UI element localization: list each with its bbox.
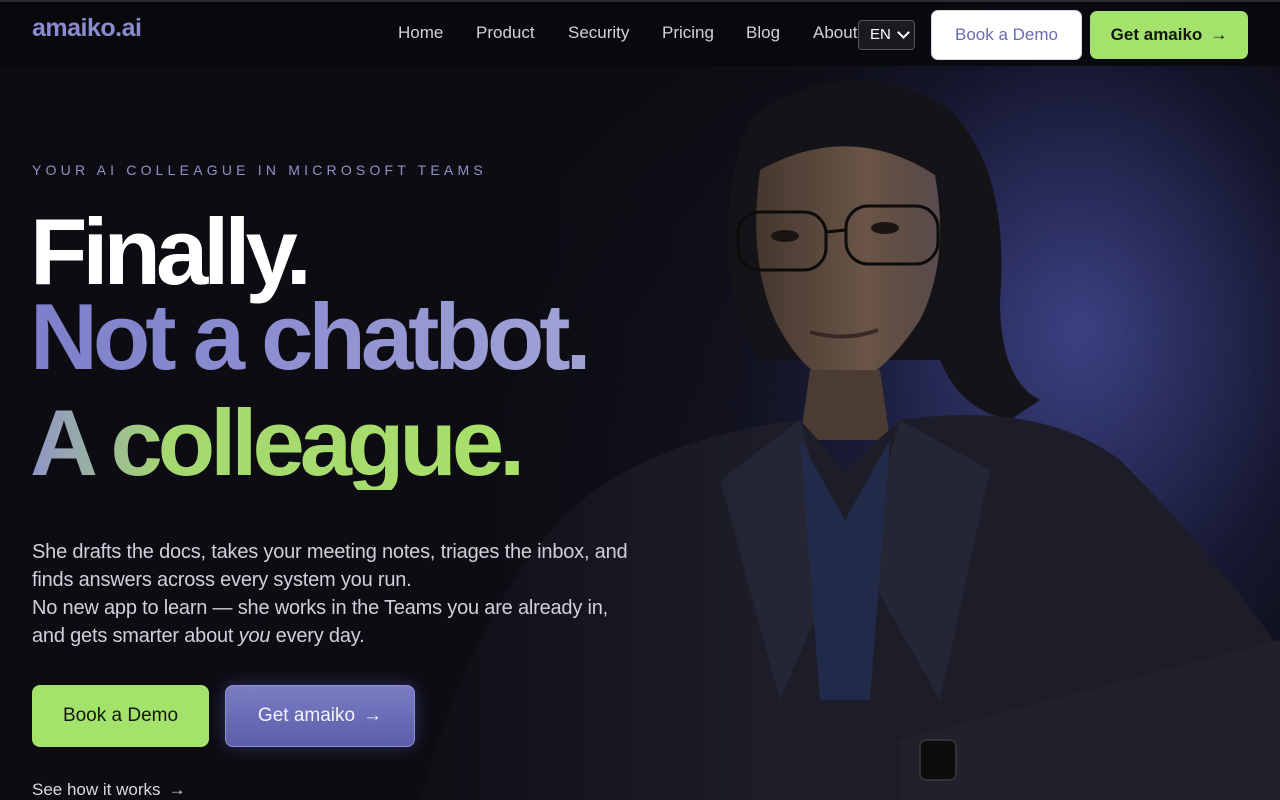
hero-description-text-end: every day. (270, 625, 365, 647)
hero-description-paragraph-2: No new app to learn — she works in the T… (32, 594, 632, 650)
nav-link-pricing[interactable]: Pricing (662, 23, 714, 43)
book-demo-button-nav[interactable]: Book a Demo (931, 10, 1082, 60)
get-amaiko-hero-label: Get amaiko (257, 705, 356, 726)
arrow-right-icon: → (168, 780, 186, 799)
chevron-down-icon (897, 26, 910, 39)
see-how-it-works-link[interactable]: See how it works → (32, 780, 186, 800)
language-select-value: EN (870, 26, 891, 43)
hero-headline-line-3: A colleague. (30, 390, 525, 495)
arrow-right-icon: → (1210, 25, 1228, 44)
hero-headline-line-2: Not a chatbot. (30, 284, 592, 389)
nav-link-product[interactable]: Product (476, 23, 535, 43)
hero-description-emphasis: you (238, 625, 271, 647)
brand-logo[interactable]: amaiko.ai (32, 14, 142, 43)
nav-link-security[interactable]: Security (568, 23, 629, 43)
see-how-it-works-label: See how it works (32, 780, 161, 799)
language-select[interactable]: EN (858, 20, 915, 50)
top-navigation: amaiko.ai Home Product Security Pricing … (0, 0, 1280, 66)
arrow-right-icon: → (363, 705, 383, 726)
get-amaiko-label: Get amaiko (1110, 25, 1203, 44)
get-amaiko-button-hero[interactable]: Get amaiko → (225, 685, 415, 747)
nav-link-blog[interactable]: Blog (746, 23, 780, 43)
hero-description-paragraph-1: She drafts the docs, takes your meeting … (32, 541, 628, 591)
nav-link-home[interactable]: Home (398, 23, 443, 43)
hero-eyebrow: YOUR AI COLLEAGUE IN MICROSOFT TEAMS (32, 162, 487, 178)
nav-link-about[interactable]: About (813, 23, 857, 43)
get-amaiko-button-nav[interactable]: Get amaiko → (1090, 11, 1248, 59)
hero-description: She drafts the docs, takes your meeting … (32, 538, 632, 650)
book-demo-button-hero[interactable]: Book a Demo (32, 685, 209, 747)
